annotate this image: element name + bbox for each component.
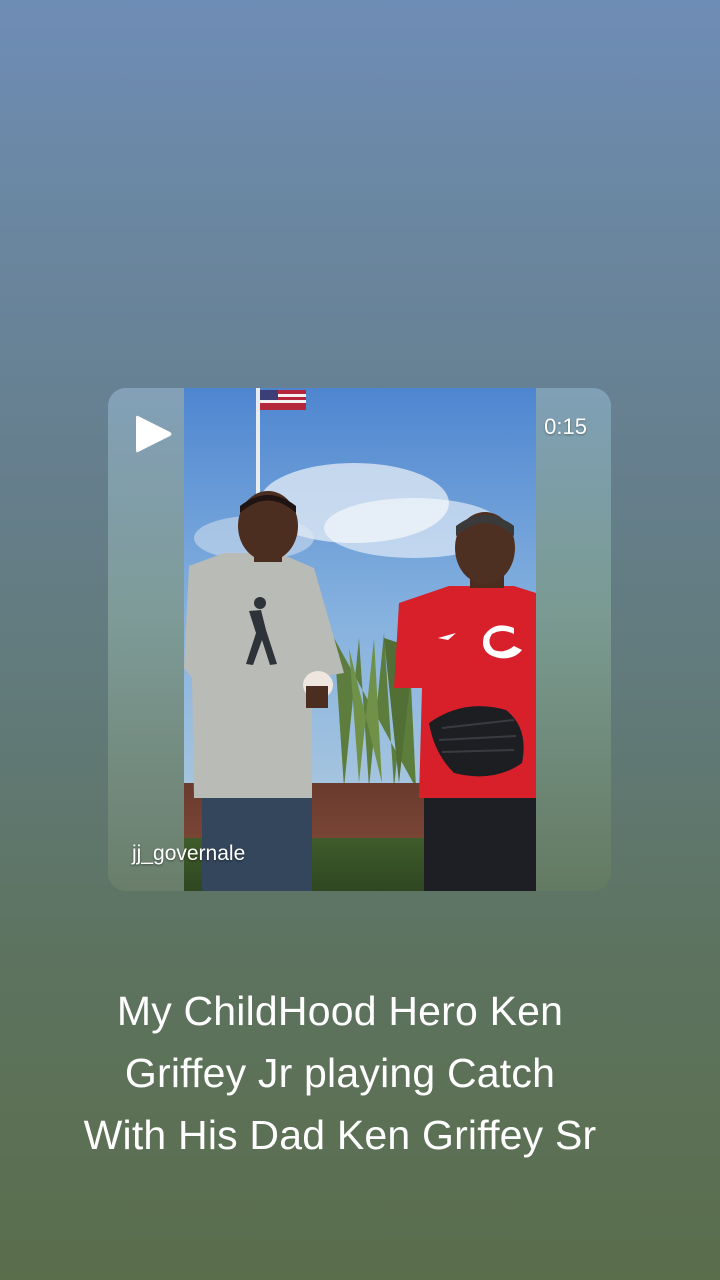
play-button[interactable]	[132, 412, 176, 456]
shared-video-card[interactable]: 0:15 jj_governale	[108, 388, 611, 891]
video-frame-illustration	[184, 388, 536, 891]
caption-line: With His Dad Ken Griffey Sr	[83, 1112, 597, 1158]
video-duration: 0:15	[544, 414, 587, 439]
video-blur-right	[535, 388, 611, 891]
video-thumbnail[interactable]	[184, 388, 536, 891]
play-icon	[136, 415, 172, 453]
caption-line: My ChildHood Hero Ken	[116, 988, 564, 1034]
story-caption: My ChildHood Hero Ken Griffey Jr playing…	[20, 980, 660, 1166]
video-username[interactable]: jj_governale	[132, 842, 245, 866]
caption-line: Griffey Jr playing Catch	[124, 1050, 556, 1096]
flag-illustration	[260, 390, 306, 410]
video-blur-left	[108, 388, 184, 891]
